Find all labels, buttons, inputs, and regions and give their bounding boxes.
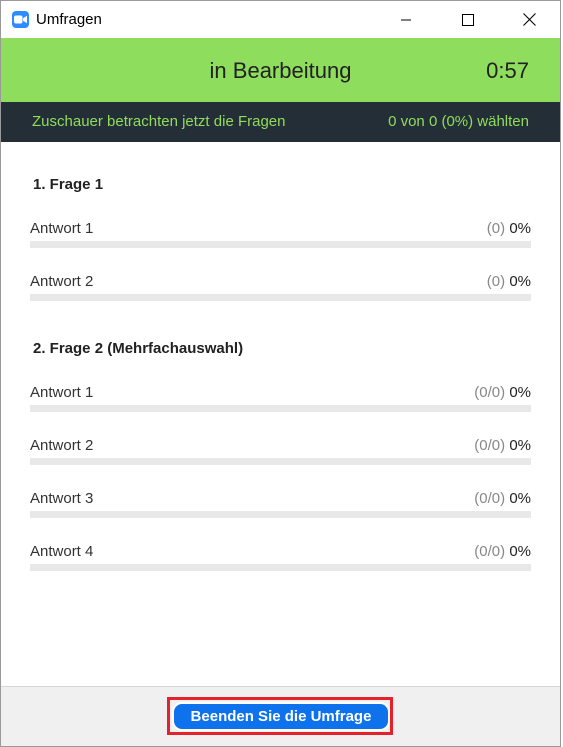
answer-stats: (0/0) 0% (474, 384, 531, 401)
answer-row: Antwort 1 (0) 0% (30, 220, 531, 258)
close-icon (522, 13, 536, 26)
answer-row: Antwort 4 (0/0) 0% (30, 543, 531, 581)
poll-info-bar: Zuschauer betrachten jetzt die Fragen 0 … (1, 102, 560, 142)
answer-count: (0/0) (474, 437, 506, 454)
poll-status-bar: in Bearbeitung 0:57 (1, 38, 560, 102)
answer-stats: (0/0) 0% (474, 437, 531, 454)
question-title: 2. Frage 2 (Mehrfachauswahl) (33, 340, 244, 357)
answer-stats: (0) 0% (487, 273, 531, 290)
zoom-camera-icon (12, 11, 29, 28)
answer-progress-bar (30, 405, 531, 412)
answer-label: Antwort 3 (30, 490, 94, 507)
answer-stats: (0/0) 0% (474, 490, 531, 507)
answer-row: Antwort 1 (0/0) 0% (30, 384, 531, 422)
votes-summary-text: 0 von 0 (0%) wählten (388, 113, 529, 130)
maximize-icon (462, 13, 474, 26)
title-bar: Umfragen (1, 1, 560, 38)
answer-percent: 0% (509, 543, 531, 560)
answer-count: (0/0) (474, 384, 506, 401)
polls-window: Umfragen in Bearbeitung 0:57 Zuschauer b… (0, 0, 561, 747)
maximize-button[interactable] (445, 1, 491, 38)
viewers-status-text: Zuschauer betrachten jetzt die Fragen (32, 113, 286, 130)
answer-stats: (0/0) 0% (474, 543, 531, 560)
answer-label: Antwort 2 (30, 273, 94, 290)
answer-percent: 0% (509, 490, 531, 507)
answer-row: Antwort 2 (0/0) 0% (30, 437, 531, 475)
minimize-button[interactable] (383, 1, 429, 38)
answer-progress-bar (30, 241, 531, 248)
answer-count: (0/0) (474, 490, 506, 507)
answer-progress-bar (30, 564, 531, 571)
answer-row: Antwort 3 (0/0) 0% (30, 490, 531, 528)
answer-count: (0) (486, 273, 506, 290)
answer-progress-bar (30, 511, 531, 518)
minimize-icon (401, 19, 411, 20)
poll-results: 1. Frage 1 Antwort 1 (0) 0% Antwort 2 (0… (1, 142, 560, 686)
answer-progress-bar (30, 294, 531, 301)
answer-count: (0/0) (474, 543, 506, 560)
poll-timer: 0:57 (486, 58, 529, 83)
answer-percent: 0% (509, 384, 531, 401)
answer-progress-bar (30, 458, 531, 465)
window-title: Umfragen (36, 11, 102, 28)
answer-label: Antwort 1 (30, 384, 94, 401)
answer-stats: (0) 0% (487, 220, 531, 237)
answer-label: Antwort 4 (30, 543, 94, 560)
close-button[interactable] (506, 1, 552, 38)
question-title: 1. Frage 1 (33, 176, 104, 193)
answer-percent: 0% (509, 273, 531, 290)
answer-percent: 0% (509, 437, 531, 454)
poll-footer: Beenden Sie die Umfrage (1, 686, 560, 746)
poll-status-text: in Bearbeitung (209, 58, 352, 83)
answer-count: (0) (486, 220, 506, 237)
answer-percent: 0% (509, 220, 531, 237)
answer-row: Antwort 2 (0) 0% (30, 273, 531, 311)
end-poll-button[interactable]: Beenden Sie die Umfrage (172, 702, 390, 731)
answer-label: Antwort 1 (30, 220, 94, 237)
answer-label: Antwort 2 (30, 437, 94, 454)
